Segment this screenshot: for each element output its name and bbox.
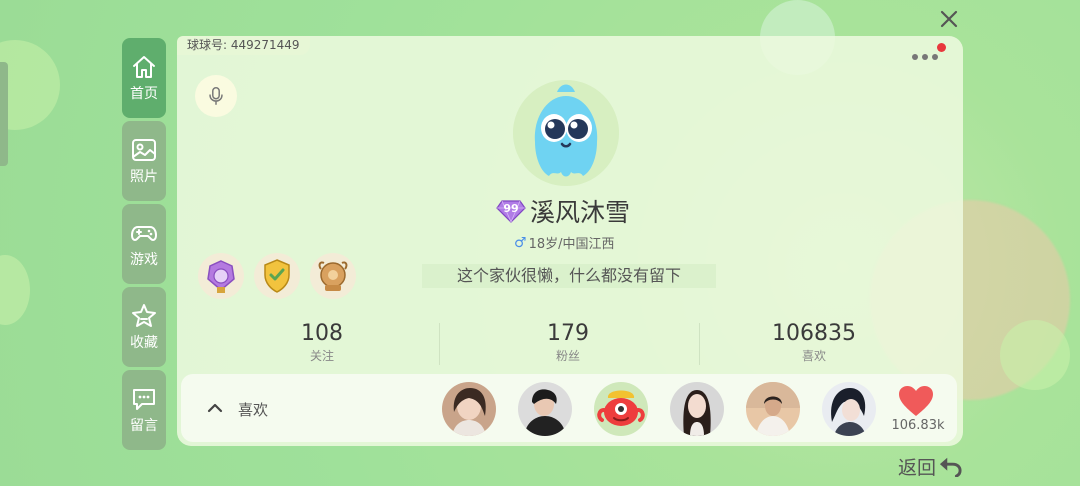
sidebar-item-label: 留言 [130, 418, 158, 434]
stat-divider [699, 323, 700, 365]
bronze-medal-icon [318, 261, 348, 291]
sidebar-item-favorites[interactable]: 收藏 [122, 287, 166, 367]
star-icon [132, 304, 156, 327]
account-id: 球球号: 449271449 [177, 36, 310, 55]
badge-gold[interactable] [254, 253, 300, 299]
sidebar-item-label: 收藏 [130, 335, 158, 351]
vip-level-text: 99 [503, 202, 519, 215]
notification-dot [937, 43, 946, 52]
name-row: 99 溪风沐雪 [496, 193, 656, 229]
stat-following[interactable]: 108 关注 [262, 322, 382, 364]
user-photo-icon [442, 382, 496, 436]
home-icon [133, 56, 155, 78]
stat-likes-count: 106835 [772, 321, 856, 346]
liker-avatar[interactable] [594, 382, 648, 436]
age-location: 18岁/中国江西 [528, 237, 615, 252]
stat-fans[interactable]: 179 粉丝 [508, 322, 628, 364]
like-count: 106.83k [891, 418, 945, 433]
nickname: 溪风沐雪 [530, 198, 631, 227]
user-info: ♂ 18岁/中国江西 [514, 233, 644, 253]
user-photo-icon [594, 382, 648, 436]
profile-avatar[interactable] [513, 80, 619, 186]
liker-avatar[interactable] [670, 382, 724, 436]
gender-male-icon: ♂ [514, 234, 527, 251]
close-button[interactable] [936, 6, 962, 32]
user-photo-icon [670, 382, 724, 436]
gamepad-icon [131, 226, 157, 241]
side-drawer-handle[interactable] [0, 62, 8, 166]
voice-intro-button[interactable] [195, 75, 237, 117]
user-photo-icon [518, 382, 572, 436]
avatar-mascot-image [513, 80, 619, 186]
more-options-button[interactable] [908, 43, 946, 66]
stat-fans-label: 粉丝 [555, 349, 580, 363]
badge-bronze[interactable] [310, 253, 356, 299]
sidebar-item-label: 照片 [130, 169, 158, 185]
badge-purple[interactable] [198, 253, 244, 299]
sidebar-item-home[interactable]: 首页 [122, 38, 166, 118]
liker-avatar[interactable] [822, 382, 876, 436]
sidebar-item-label: 首页 [130, 86, 158, 102]
heart-icon [899, 386, 933, 416]
liker-avatar[interactable] [442, 382, 496, 436]
vip-badge: 99 [496, 199, 526, 223]
gold-shield-icon [264, 259, 290, 293]
microphone-icon [209, 87, 223, 105]
message-icon [133, 389, 155, 410]
liker-avatar[interactable] [746, 382, 800, 436]
close-icon [940, 10, 958, 28]
sidebar-item-messages[interactable]: 留言 [122, 370, 166, 450]
user-photo-icon [746, 382, 800, 436]
sidebar-item-label: 游戏 [130, 252, 158, 268]
sidebar-item-games[interactable]: 游戏 [122, 204, 166, 284]
stat-likes[interactable]: 106835 喜欢 [754, 322, 874, 364]
stat-following-count: 108 [301, 321, 343, 346]
image-icon [132, 139, 156, 161]
return-arrow-icon [939, 457, 962, 477]
back-button[interactable]: 返回 [898, 452, 962, 480]
liker-avatar[interactable] [518, 382, 572, 436]
purple-medal-icon [207, 260, 235, 293]
stat-likes-label: 喜欢 [801, 349, 826, 363]
chevron-up-icon [207, 403, 223, 413]
stat-fans-count: 179 [547, 321, 589, 346]
bio-text: 这个家伙很懒，什么都没有留下 [422, 264, 716, 288]
back-label: 返回 [898, 456, 937, 479]
user-photo-icon [822, 382, 876, 436]
stat-following-label: 关注 [309, 349, 334, 363]
like-button[interactable] [897, 385, 935, 417]
stat-divider [439, 323, 440, 365]
sidebar-item-photos[interactable]: 照片 [122, 121, 166, 201]
likes-title: 喜欢 [238, 401, 269, 419]
likes-collapse-button[interactable] [205, 398, 225, 418]
